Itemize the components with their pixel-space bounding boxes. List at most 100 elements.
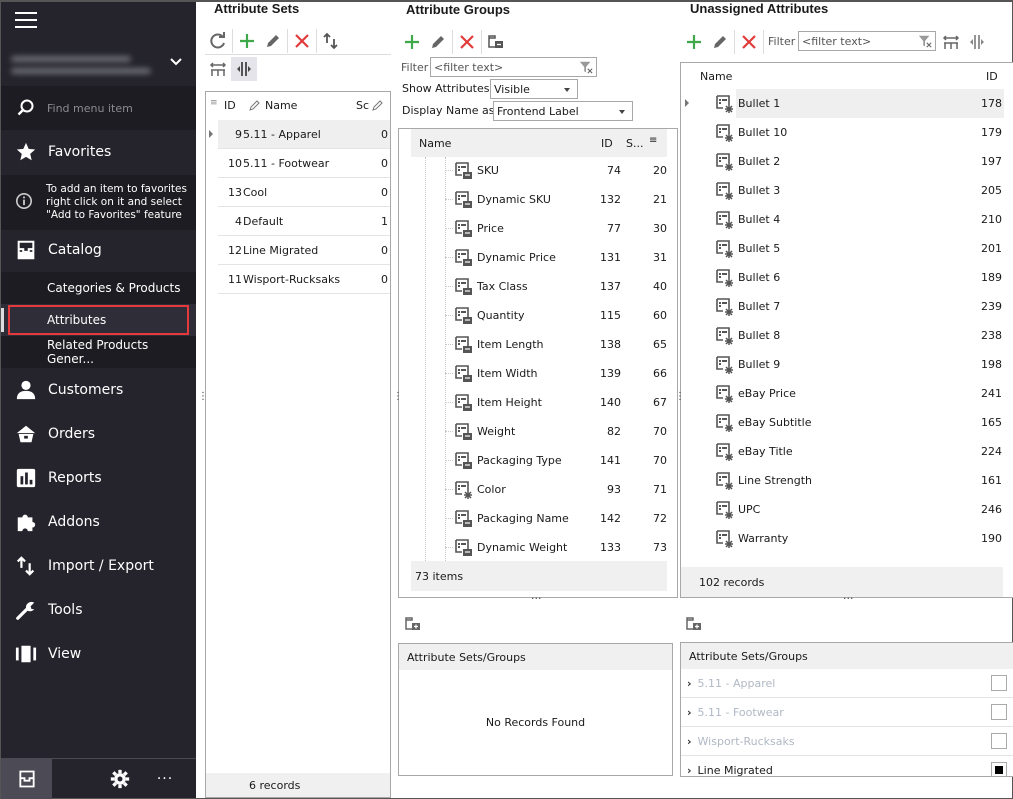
column-header-id[interactable]: ID xyxy=(224,99,236,112)
table-row[interactable]: Bullet 5 201 xyxy=(694,234,1004,263)
chevron-right-icon[interactable]: › xyxy=(687,706,692,719)
table-row[interactable]: Bullet 4 210 xyxy=(694,205,1004,234)
set-row[interactable]: › Line Migrated xyxy=(681,756,1013,777)
column-chooser-icon[interactable]: ≡ xyxy=(210,98,218,108)
set-checkbox[interactable] xyxy=(991,704,1007,720)
tree-node[interactable]: Quantity 115 60 xyxy=(445,301,669,330)
fit-columns-button[interactable] xyxy=(938,30,964,54)
groups-filter-input[interactable]: <filter text> xyxy=(430,57,597,77)
sort-order-icon[interactable]: ≡ xyxy=(649,135,657,146)
clear-filter-icon[interactable] xyxy=(918,34,932,48)
table-row[interactable]: Bullet 2 197 xyxy=(694,147,1004,176)
column-header-id[interactable]: ID xyxy=(986,70,998,83)
sidebar-subitem-categories-products[interactable]: Categories & Products xyxy=(1,272,196,304)
account-selector-blurred[interactable] xyxy=(7,50,160,86)
tree-node[interactable]: Color 93 71 xyxy=(445,475,669,504)
table-row[interactable]: Bullet 6 189 xyxy=(694,263,1004,292)
sidebar-item-customers[interactable]: Customers xyxy=(1,368,196,412)
column-header-id[interactable]: ID xyxy=(601,137,613,150)
sort-button[interactable] xyxy=(318,29,344,53)
edit-attribute-button[interactable] xyxy=(707,30,733,54)
delete-group-button[interactable] xyxy=(454,30,480,54)
table-row[interactable]: Bullet 3 205 xyxy=(694,176,1004,205)
set-row[interactable]: › 5.11 - Footwear xyxy=(681,698,1013,727)
table-row[interactable]: 12 Line Migrated 0 xyxy=(218,236,390,265)
menu-search-input[interactable] xyxy=(47,101,187,115)
more-button[interactable]: ··· xyxy=(150,759,180,799)
table-row[interactable]: eBay Title 224 xyxy=(694,437,1004,466)
tree-node[interactable]: Price 77 30 xyxy=(445,214,669,243)
splitter-handle[interactable]: ⋮ xyxy=(198,392,208,402)
table-row[interactable]: Bullet 1 178 xyxy=(694,89,1004,118)
set-row[interactable]: › 5.11 - Apparel xyxy=(681,669,1013,698)
tree-node[interactable]: Item Height 140 67 xyxy=(445,388,669,417)
set-checkbox[interactable] xyxy=(991,675,1007,691)
tree-node[interactable]: Item Length 138 65 xyxy=(445,330,669,359)
splitter-handle-horizontal[interactable]: ··· xyxy=(843,593,854,604)
clear-filter-icon[interactable] xyxy=(579,60,593,74)
sidebar-item-favorites[interactable]: Favorites xyxy=(1,130,196,174)
splitter-handle[interactable]: ⋮ xyxy=(675,392,685,402)
tree-node[interactable]: Item Width 139 66 xyxy=(445,359,669,388)
folder-add-icon[interactable] xyxy=(404,615,422,633)
catalog-shortcut-button[interactable] xyxy=(1,758,52,799)
table-row[interactable]: eBay Price 241 xyxy=(694,379,1004,408)
table-row[interactable]: Bullet 8 238 xyxy=(694,321,1004,350)
table-row[interactable]: Bullet 9 198 xyxy=(694,350,1004,379)
tree-node[interactable]: Weight 82 70 xyxy=(445,417,669,446)
set-row[interactable]: › Wisport-Rucksaks xyxy=(681,727,1013,756)
sidebar-item-import-export[interactable]: Import / Export xyxy=(1,544,196,588)
table-row[interactable]: Line Strength 161 xyxy=(694,466,1004,495)
column-header-name[interactable]: Name xyxy=(419,137,451,150)
table-row[interactable]: Bullet 7 239 xyxy=(694,292,1004,321)
set-checkbox[interactable] xyxy=(991,733,1007,749)
sidebar-item-view[interactable]: View xyxy=(1,632,196,676)
table-row[interactable]: 10 5.11 - Footwear 0 xyxy=(218,149,390,178)
hamburger-menu-icon[interactable] xyxy=(15,12,37,28)
tree-node[interactable]: Dynamic SKU 132 21 xyxy=(445,185,669,214)
sidebar-item-orders[interactable]: Orders xyxy=(1,412,196,456)
delete-attribute-button[interactable] xyxy=(736,30,762,54)
tree-node[interactable]: Tax Class 137 40 xyxy=(445,272,669,301)
tree-node[interactable]: SKU 74 20 xyxy=(445,156,669,185)
column-header-name[interactable]: Name xyxy=(265,99,297,112)
splitter-handle-horizontal[interactable]: ··· xyxy=(531,593,542,604)
chevron-right-icon[interactable]: › xyxy=(687,764,692,777)
column-header-sort[interactable]: Sc xyxy=(356,99,369,112)
show-attributes-select[interactable]: Visible xyxy=(490,79,578,99)
table-row[interactable]: 13 Cool 0 xyxy=(218,178,390,207)
sidebar-item-reports[interactable]: Reports xyxy=(1,456,196,500)
sidebar-item-catalog[interactable]: Catalog xyxy=(1,228,196,272)
sidebar-item-addons[interactable]: Addons xyxy=(1,500,196,544)
table-row[interactable]: Warranty 190 xyxy=(694,524,1004,553)
split-view-button[interactable] xyxy=(231,57,257,81)
settings-button[interactable] xyxy=(90,759,150,799)
add-attribute-button[interactable] xyxy=(681,30,707,54)
edit-set-button[interactable] xyxy=(260,29,286,53)
table-row[interactable]: eBay Subtitle 165 xyxy=(694,408,1004,437)
unassigned-filter-input[interactable]: <filter text> xyxy=(798,31,936,51)
tree-node[interactable]: Dynamic Price 131 31 xyxy=(445,243,669,272)
chevron-right-icon[interactable]: › xyxy=(687,735,692,748)
set-checkbox[interactable] xyxy=(991,762,1007,776)
table-row[interactable]: Bullet 10 179 xyxy=(694,118,1004,147)
add-group-button[interactable] xyxy=(399,30,425,54)
edit-group-button[interactable] xyxy=(425,30,451,54)
splitter-handle[interactable]: ⋮ xyxy=(393,392,403,402)
column-header-sort[interactable]: S... xyxy=(626,137,643,150)
table-row[interactable]: 11 Wisport-Rucksaks 0 xyxy=(218,265,390,294)
remove-from-set-button[interactable] xyxy=(483,30,509,54)
fit-columns-button[interactable] xyxy=(205,57,231,81)
add-set-button[interactable] xyxy=(234,29,260,53)
sidebar-subitem-related-products[interactable]: Related Products Gener... xyxy=(1,336,196,368)
tree-node[interactable]: Packaging Type 141 70 xyxy=(445,446,669,475)
folder-add-icon[interactable] xyxy=(685,615,703,633)
display-name-select[interactable]: Frontend Label xyxy=(493,101,633,121)
chevron-down-icon[interactable] xyxy=(169,55,183,69)
refresh-button[interactable] xyxy=(205,29,231,53)
tree-node[interactable]: Dynamic Weight 133 73 xyxy=(445,533,669,562)
delete-set-button[interactable] xyxy=(289,29,315,53)
split-view-button[interactable] xyxy=(964,30,990,54)
table-row[interactable]: 4 Default 1 xyxy=(218,207,390,236)
sidebar-item-tools[interactable]: Tools xyxy=(1,588,196,632)
